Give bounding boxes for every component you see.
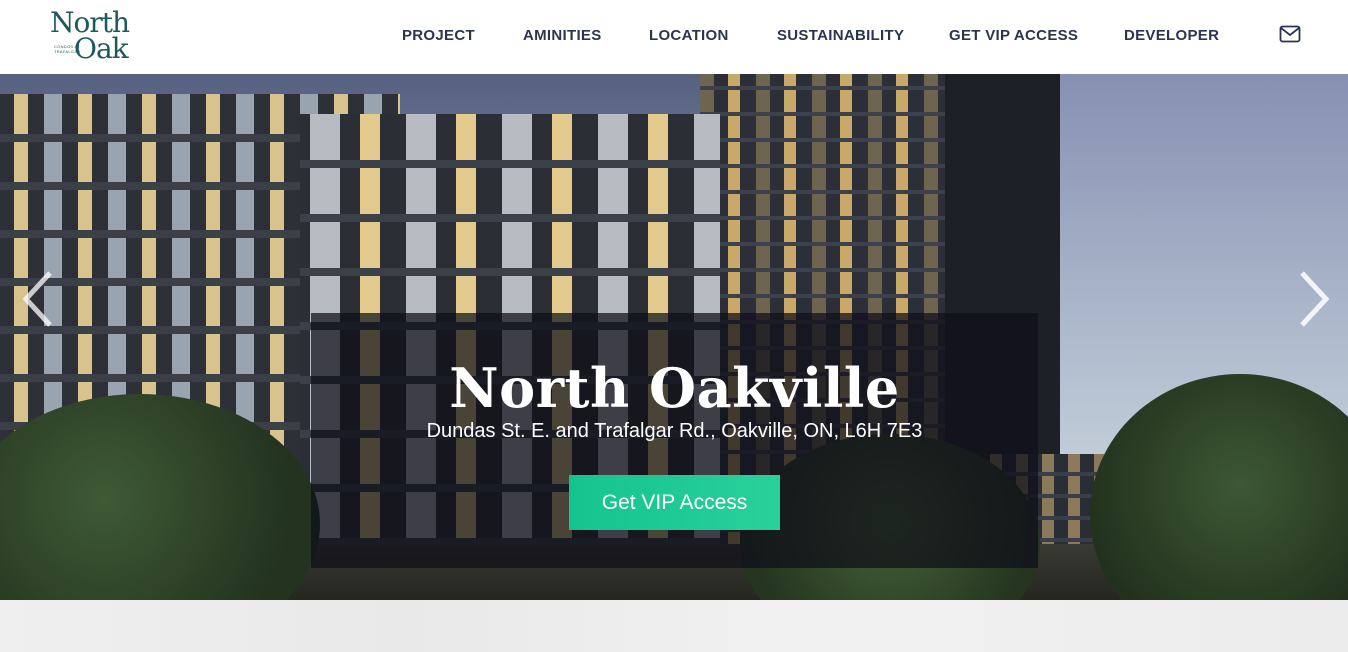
nav-item-sustainability[interactable]: SUSTAINABILITY <box>777 27 904 44</box>
hero-slider: North Oakville Dundas St. E. and Trafalg… <box>0 74 1348 600</box>
chevron-right-icon[interactable] <box>1296 269 1332 329</box>
hero-title: North Oakville <box>449 356 900 420</box>
logo-text-oak: Oak <box>74 32 129 65</box>
site-header: North CONDOS AT TRAFALGAR Oak PROJECT AM… <box>0 0 1348 74</box>
nav-item-location[interactable]: LOCATION <box>649 27 729 44</box>
next-section-preview <box>0 600 1348 652</box>
nav-item-get-vip-access[interactable]: GET VIP ACCESS <box>949 27 1078 44</box>
hero-address: Dundas St. E. and Trafalgar Rd., Oakvill… <box>426 420 923 442</box>
get-vip-access-button[interactable]: Get VIP Access <box>569 475 780 530</box>
chevron-left-icon[interactable] <box>20 269 56 329</box>
nav-item-project[interactable]: PROJECT <box>402 27 475 44</box>
nav-item-aminities[interactable]: AMINITIES <box>523 27 602 44</box>
nav-item-developer[interactable]: DEVELOPER <box>1124 27 1219 44</box>
hero-caption-panel: North Oakville Dundas St. E. and Trafalg… <box>311 313 1038 568</box>
mail-icon[interactable] <box>1279 25 1301 43</box>
north-oak-logo[interactable]: North CONDOS AT TRAFALGAR Oak <box>48 8 140 66</box>
